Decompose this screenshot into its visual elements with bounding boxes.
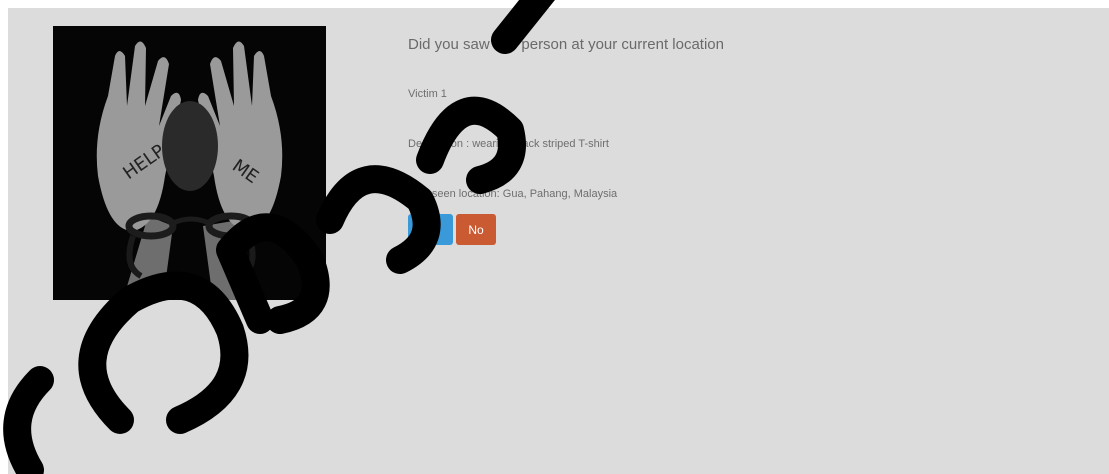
victim-description: Description : wearing black striped T-sh…	[408, 138, 609, 150]
alert-question: Did you saw this person at your current …	[408, 36, 724, 53]
no-button[interactable]: No	[456, 214, 496, 245]
victim-last-location: Last seen location: Gua, Pahang, Malaysi…	[408, 188, 618, 200]
victim-photo: HELP ME	[53, 26, 326, 300]
alert-panel: HELP ME Did you saw this person at your …	[8, 8, 1109, 474]
victim-name: Victim 1	[408, 88, 447, 100]
yes-button[interactable]: Yes	[408, 214, 453, 245]
answer-buttons: Yes No	[408, 214, 496, 245]
